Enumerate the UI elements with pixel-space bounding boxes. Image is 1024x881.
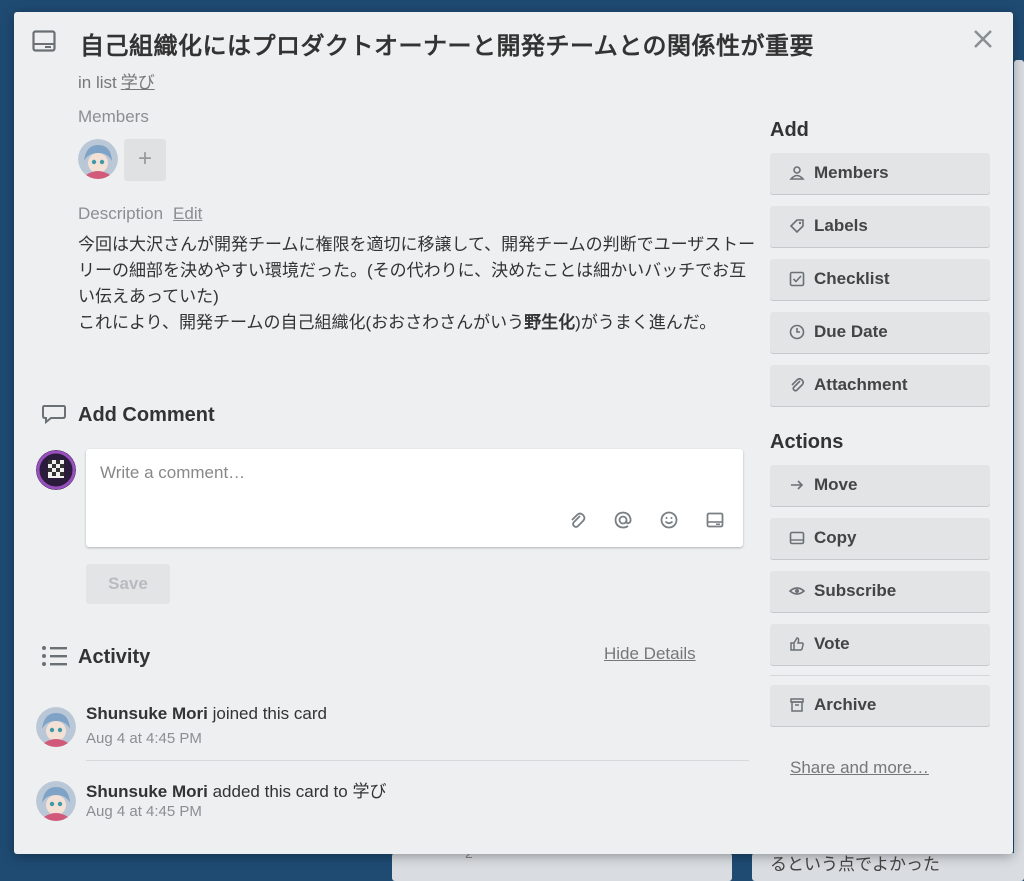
- card-title[interactable]: 自己組織化にはプロダクトオーナーと開発チームとの関係性が重要: [80, 26, 814, 61]
- person-icon: [789, 166, 805, 180]
- copy-button[interactable]: Copy: [770, 518, 990, 559]
- add-comment-heading: Add Comment: [78, 404, 215, 426]
- description-label: Description: [78, 204, 164, 223]
- due-date-label: Due Date: [814, 322, 888, 341]
- add-members-button[interactable]: Members: [770, 153, 990, 194]
- clock-icon: [789, 324, 805, 340]
- activity-avatar[interactable]: [36, 781, 76, 821]
- attachment-button[interactable]: Attachment: [770, 365, 990, 406]
- vote-label: Vote: [814, 634, 850, 653]
- copy-label: Copy: [814, 528, 857, 547]
- background-list-bottom: [392, 853, 732, 881]
- checklist-label: Checklist: [814, 269, 890, 288]
- paperclip-icon[interactable]: [567, 510, 587, 530]
- card-attach-icon[interactable]: [705, 510, 725, 530]
- activity-action: added this card to 学び: [212, 782, 387, 801]
- move-button[interactable]: Move: [770, 465, 990, 506]
- subscribe-label: Subscribe: [814, 581, 897, 600]
- current-user-avatar: [36, 450, 76, 490]
- activity-heading: Activity: [78, 646, 151, 668]
- description-label-row: Description Edit: [78, 204, 202, 224]
- paperclip-icon: [791, 377, 805, 392]
- share-and-more-link[interactable]: Share and more…: [790, 758, 929, 778]
- activity-list-icon: [42, 646, 67, 666]
- in-list-prefix: in list: [78, 73, 117, 92]
- eye-icon: [788, 587, 806, 595]
- description-text-part: )がうまく進んだ。: [575, 313, 717, 332]
- description-paragraph-1: 今回は大沢さんが開発チームに権限を適切に移譲して、開発チームの判断でユーザストー…: [78, 235, 756, 306]
- comment-placeholder: Write a comment…: [100, 463, 246, 482]
- due-date-button[interactable]: Due Date: [770, 312, 990, 353]
- activity-user[interactable]: Shunsuke Mori: [86, 704, 208, 723]
- thumbs-up-icon: [790, 637, 804, 651]
- vote-button[interactable]: Vote: [770, 624, 990, 665]
- description-text-part: これにより、開発チームの自己組織化(おおさわさんがいう: [78, 313, 525, 332]
- members-label: Members: [78, 107, 149, 126]
- description-edit-link[interactable]: Edit: [173, 204, 202, 223]
- member-avatar[interactable]: [78, 139, 118, 179]
- labels-button[interactable]: Labels: [770, 206, 990, 247]
- activity-action: joined this card: [212, 704, 327, 723]
- speech-bubble-icon: [42, 405, 66, 425]
- activity-time[interactable]: Aug 4 at 4:45 PM: [86, 730, 202, 747]
- activity-item: Shunsuke Mori joined this card: [86, 704, 327, 724]
- activity-avatar[interactable]: [36, 707, 76, 747]
- labels-label: Labels: [814, 216, 868, 235]
- card-detail-modal: 自己組織化にはプロダクトオーナーと開発チームとの関係性が重要 in list 学び…: [14, 12, 1013, 854]
- archive-icon: [790, 698, 804, 712]
- description-paragraph-2: これにより、開発チームの自己組織化(おおさわさんがいう野生化)がうまく進んだ。: [78, 310, 758, 336]
- subscribe-button[interactable]: Subscribe: [770, 571, 990, 612]
- checkbox-icon: [789, 271, 805, 287]
- emoji-icon[interactable]: [659, 510, 679, 530]
- add-heading: Add: [770, 119, 809, 141]
- attachment-label: Attachment: [814, 375, 908, 394]
- add-member-button[interactable]: +: [124, 139, 166, 181]
- description-bold-text: 野生化: [524, 313, 576, 332]
- sidebar-divider: [770, 675, 990, 676]
- activity-item: Shunsuke Mori added this card to 学び: [86, 777, 386, 802]
- close-icon[interactable]: [970, 26, 996, 52]
- card-icon: [32, 30, 56, 52]
- mention-icon[interactable]: [613, 510, 633, 530]
- in-list-line: in list 学び: [78, 68, 155, 93]
- hide-details-link[interactable]: Hide Details: [604, 644, 696, 664]
- archive-label: Archive: [814, 695, 877, 714]
- add-members-label: Members: [814, 163, 889, 182]
- background-list-right: [1014, 60, 1024, 860]
- actions-heading: Actions: [770, 431, 844, 453]
- activity-user[interactable]: Shunsuke Mori: [86, 782, 208, 801]
- save-button[interactable]: Save: [86, 564, 170, 604]
- move-label: Move: [814, 475, 858, 494]
- archive-button[interactable]: Archive: [770, 685, 990, 726]
- description-text[interactable]: 今回は大沢さんが開発チームに権限を適切に移譲して、開発チームの判断でユーザストー…: [78, 232, 758, 336]
- checklist-button[interactable]: Checklist: [770, 259, 990, 300]
- activity-time[interactable]: Aug 4 at 4:45 PM: [86, 803, 202, 820]
- activity-divider: [86, 760, 749, 761]
- card-icon: [789, 531, 805, 545]
- tag-icon: [789, 219, 804, 234]
- arrow-right-icon: [791, 480, 804, 490]
- list-link[interactable]: 学び: [121, 73, 155, 92]
